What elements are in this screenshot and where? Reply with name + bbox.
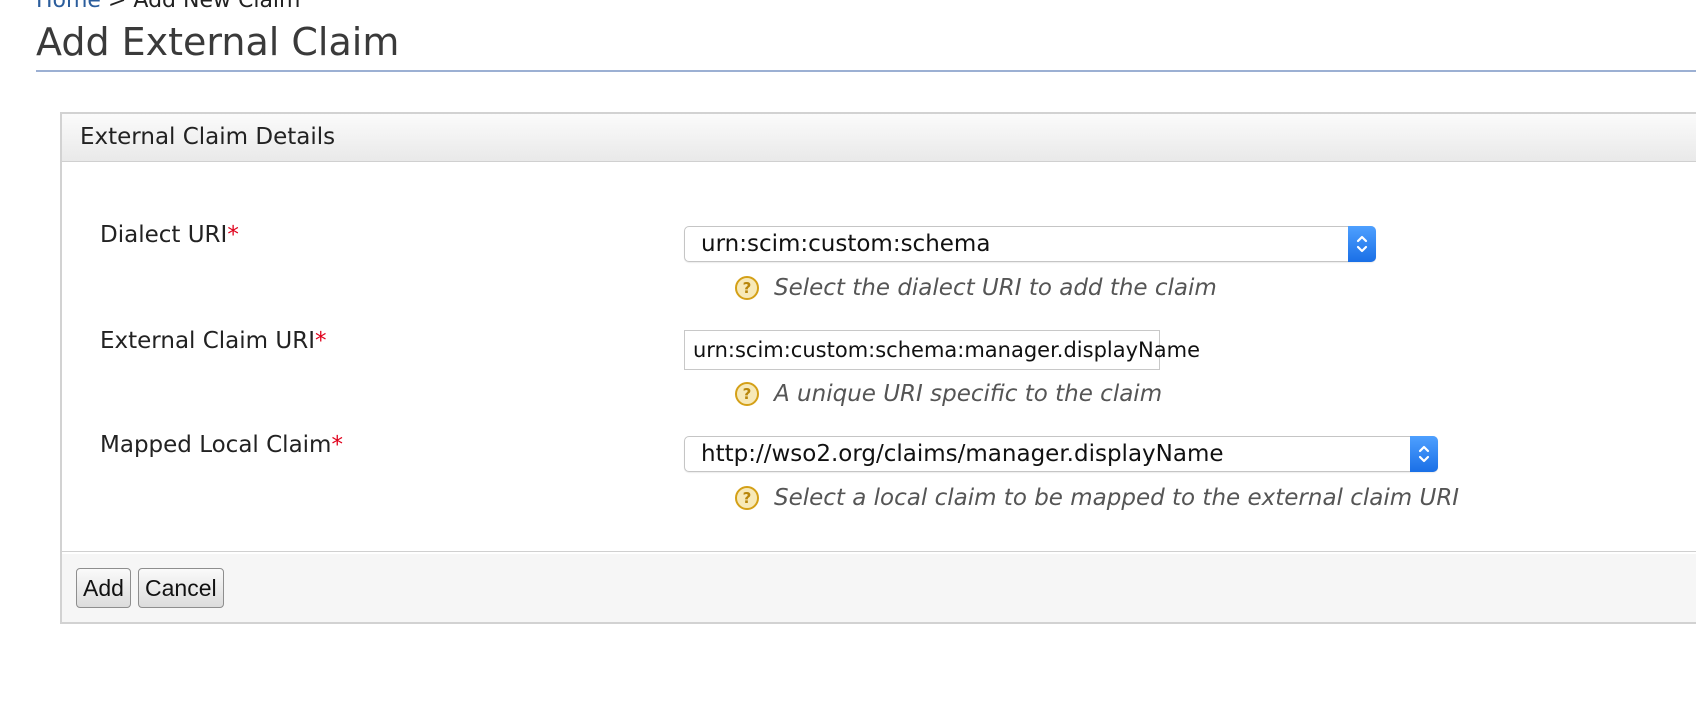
page: Home > Add New Claim Add External Claim … [0, 0, 1696, 716]
mapped-local-claim-select[interactable]: http://wso2.org/claims/manager.displayNa… [684, 436, 1438, 472]
cancel-button[interactable]: Cancel [138, 568, 224, 608]
breadcrumb-current: Add New Claim [133, 0, 301, 13]
chevron-updown-icon[interactable] [1348, 226, 1376, 262]
mapped-local-claim-help: ? Select a local claim to be mapped to t… [734, 485, 1459, 511]
required-mark: * [331, 432, 343, 458]
page-title: Add External Claim [36, 20, 400, 64]
mapped-local-claim-selected-value: http://wso2.org/claims/manager.displayNa… [701, 441, 1224, 467]
panel-footer: Add Cancel [62, 554, 1696, 622]
svg-text:?: ? [743, 385, 752, 403]
panel-header: External Claim Details [62, 114, 1696, 162]
svg-text:?: ? [743, 279, 752, 297]
title-divider [36, 70, 1696, 72]
required-mark: * [315, 328, 327, 354]
dialect-uri-help: ? Select the dialect URI to add the clai… [734, 275, 1217, 301]
question-help-icon: ? [735, 486, 759, 510]
mapped-local-claim-help-text: Select a local claim to be mapped to the… [774, 485, 1460, 511]
question-help-icon: ? [735, 382, 759, 406]
breadcrumb: Home > Add New Claim [36, 0, 300, 13]
external-claim-uri-help-text: A unique URI specific to the claim [774, 381, 1163, 407]
external-claim-uri-label-text: External Claim URI [100, 328, 315, 354]
dialect-uri-label: Dialect URI* [100, 222, 239, 248]
panel-body: Dialect URI* urn:scim:custom:schema ? Se… [62, 162, 1696, 552]
dialect-uri-label-text: Dialect URI [100, 222, 228, 248]
svg-text:?: ? [743, 489, 752, 507]
breadcrumb-home-link[interactable]: Home [36, 0, 101, 13]
external-claim-panel: External Claim Details Dialect URI* urn:… [60, 112, 1696, 624]
breadcrumb-separator: > [107, 0, 127, 13]
external-claim-uri-help: ? A unique URI specific to the claim [734, 381, 1162, 407]
dialect-uri-help-text: Select the dialect URI to add the claim [774, 275, 1217, 301]
dialect-uri-selected-value: urn:scim:custom:schema [701, 231, 991, 257]
mapped-local-claim-label-text: Mapped Local Claim [100, 432, 332, 458]
external-claim-uri-input[interactable]: urn:scim:custom:schema:manager.displayNa… [684, 330, 1200, 370]
add-button[interactable]: Add [76, 568, 131, 608]
chevron-updown-icon[interactable] [1410, 436, 1438, 472]
dialect-uri-select[interactable]: urn:scim:custom:schema [684, 226, 1376, 262]
required-mark: * [227, 222, 239, 248]
question-help-icon: ? [735, 276, 759, 300]
mapped-local-claim-label: Mapped Local Claim* [100, 432, 343, 458]
external-claim-uri-label: External Claim URI* [100, 328, 327, 354]
